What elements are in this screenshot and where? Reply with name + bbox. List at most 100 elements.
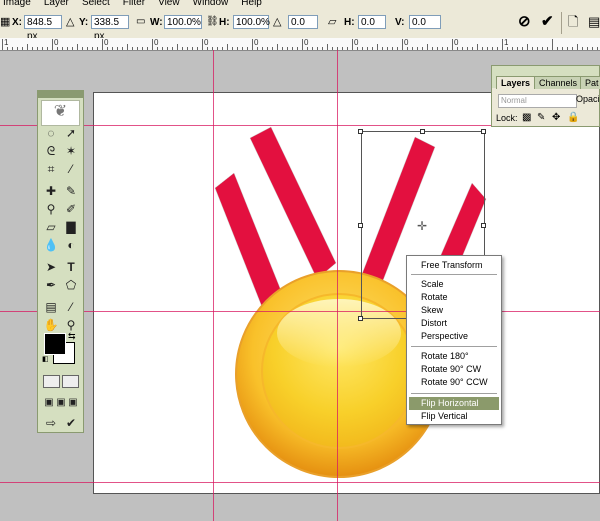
shape-tool-icon[interactable]: ⬠ (62, 277, 80, 293)
ruler-tick (102, 39, 103, 50)
quick-mask-mode-button[interactable] (62, 375, 79, 388)
transform-handle-tl[interactable] (358, 129, 363, 134)
menu-item-scale[interactable]: Scale (409, 278, 499, 291)
palette-well-icon[interactable]: 🗋 (568, 15, 578, 29)
ruler-tick (377, 44, 378, 50)
h-skew-field[interactable]: 0.0 (358, 15, 386, 29)
guide-horizontal-3[interactable] (0, 482, 600, 483)
transform-handle-bl[interactable] (358, 316, 363, 321)
guide-vertical-1[interactable] (213, 50, 214, 521)
menu-item-free-transform[interactable]: Free Transform (409, 259, 499, 272)
pen-tool-icon[interactable]: ✒ (42, 277, 60, 293)
height-field[interactable]: 100.0% (233, 15, 270, 29)
ruler-label: 0 (254, 38, 259, 47)
swap-colors-icon[interactable]: ⇆ (68, 331, 76, 342)
tools-palette-titlebar[interactable] (38, 91, 83, 98)
move-tool-icon[interactable]: ➚ (62, 125, 80, 141)
ruler-tick (112, 47, 113, 50)
lock-image-icon[interactable]: ✎ (537, 112, 545, 123)
notes-tool-icon[interactable]: ▤ (42, 299, 60, 315)
eyedropper-tool-icon[interactable]: ⁄ (62, 161, 80, 177)
magic-wand-tool-icon[interactable]: ✶ (62, 143, 80, 159)
transform-center-icon[interactable]: ✛ (417, 220, 427, 232)
eraser-tool-icon[interactable]: ▱ (42, 219, 60, 235)
imageready-check-icon[interactable]: ✔ (62, 415, 80, 431)
cancel-icon[interactable]: ⊘ (518, 14, 531, 29)
marquee-tool-icon[interactable]: ◌ (42, 125, 60, 141)
ruler-tick (222, 47, 223, 50)
skew-icon: ▱ (328, 16, 337, 28)
clone-stamp-tool-icon[interactable]: ⚲ (42, 201, 60, 217)
ruler-label: 0 (104, 38, 109, 47)
eyedropper2-tool-icon[interactable]: ⁄ (62, 299, 80, 315)
ruler-tick (582, 47, 583, 50)
ruler-tick (502, 39, 503, 50)
menu-view[interactable]: View (158, 0, 180, 8)
tab-paths[interactable]: Pat (580, 76, 600, 89)
path-selection-tool-icon[interactable]: ➤ (42, 259, 60, 275)
width-field[interactable]: 100.0% (164, 15, 202, 29)
menu-item-flip-horizontal[interactable]: Flip Horizontal (409, 397, 499, 410)
ruler-tick (567, 47, 568, 50)
y-position-field[interactable]: 338.5 px (91, 15, 129, 42)
layers-palette: Layers Channels Pat Normal Opaci Lock: ▩… (491, 65, 600, 127)
crop-tool-icon[interactable]: ⌗ (42, 161, 60, 177)
transform-handle-tc[interactable] (420, 129, 425, 134)
delta-icon[interactable]: △ (66, 15, 74, 29)
menu-item-skew[interactable]: Skew (409, 304, 499, 317)
tab-layers[interactable]: Layers (496, 76, 536, 89)
link-icon[interactable]: ⛓ (206, 15, 219, 29)
ruler-tick (52, 39, 53, 50)
lock-transparent-icon[interactable]: ▩ (522, 112, 531, 123)
default-colors-icon[interactable]: ◧ (42, 355, 49, 363)
ruler-tick (497, 47, 498, 50)
foreground-color-swatch[interactable] (44, 333, 66, 355)
file-browser-icon[interactable]: ▤ (588, 15, 600, 29)
menu-item-distort[interactable]: Distort (409, 317, 499, 330)
transform-handle-tr[interactable] (481, 129, 486, 134)
guide-vertical-2[interactable] (337, 50, 338, 521)
menu-item-rotate-90-ccw[interactable]: Rotate 90° CCW (409, 376, 499, 389)
hand-tool-icon[interactable]: ✋ (42, 317, 60, 333)
lock-position-icon[interactable]: ✥ (552, 112, 560, 123)
commit-icon[interactable]: ✔ (541, 14, 554, 29)
w-label: W: (150, 17, 163, 28)
gradient-tool-icon[interactable]: ▇ (62, 219, 80, 235)
transform-handle-mr[interactable] (481, 223, 486, 228)
ruler-tick (462, 47, 463, 50)
menu-item-rotate-180[interactable]: Rotate 180° (409, 350, 499, 363)
screen-mode-full-icon[interactable]: ▣ (64, 395, 82, 411)
blur-tool-icon[interactable]: 💧 (42, 237, 60, 253)
ruler-tick (322, 47, 323, 50)
brush-tool-icon[interactable]: ✎ (62, 183, 80, 199)
dodge-tool-icon[interactable]: ◐ (62, 237, 80, 253)
blend-mode-select[interactable]: Normal (498, 94, 577, 108)
menu-select[interactable]: Select (82, 0, 110, 8)
v-skew-field[interactable]: 0.0 (409, 15, 441, 29)
tab-channels[interactable]: Channels (534, 76, 583, 89)
x-position-field[interactable]: 848.5 px (24, 15, 62, 42)
lasso-tool-icon[interactable]: ᘓ (42, 143, 60, 159)
menu-window[interactable]: Window (193, 0, 229, 8)
menu-layer[interactable]: Layer (44, 0, 69, 8)
document-canvas[interactable] (93, 92, 600, 494)
reference-point-icon[interactable]: ▦ (0, 15, 10, 29)
healing-brush-tool-icon[interactable]: ✚ (42, 183, 60, 199)
menu-filter[interactable]: Filter (123, 0, 145, 8)
menu-help[interactable]: Help (241, 0, 262, 8)
history-brush-tool-icon[interactable]: ✐ (62, 201, 80, 217)
feather-icon[interactable]: ❦ (41, 100, 80, 126)
transform-handle-ml[interactable] (358, 223, 363, 228)
rotate-field[interactable]: 0.0 (288, 15, 318, 29)
menu-item-rotate-90-cw[interactable]: Rotate 90° CW (409, 363, 499, 376)
menu-item-flip-vertical[interactable]: Flip Vertical (409, 410, 499, 423)
menu-item-rotate[interactable]: Rotate (409, 291, 499, 304)
jump-to-imageready-icon[interactable]: ⇨ (42, 415, 60, 431)
lock-all-icon[interactable]: 🔒 (567, 112, 579, 123)
standard-mode-button[interactable] (43, 375, 60, 388)
ruler-tick (467, 47, 468, 50)
menu-item-perspective[interactable]: Perspective (409, 330, 499, 343)
guide-horizontal-2[interactable] (0, 311, 600, 312)
type-tool-icon[interactable]: T (62, 259, 80, 275)
menu-image[interactable]: Image (3, 0, 31, 8)
